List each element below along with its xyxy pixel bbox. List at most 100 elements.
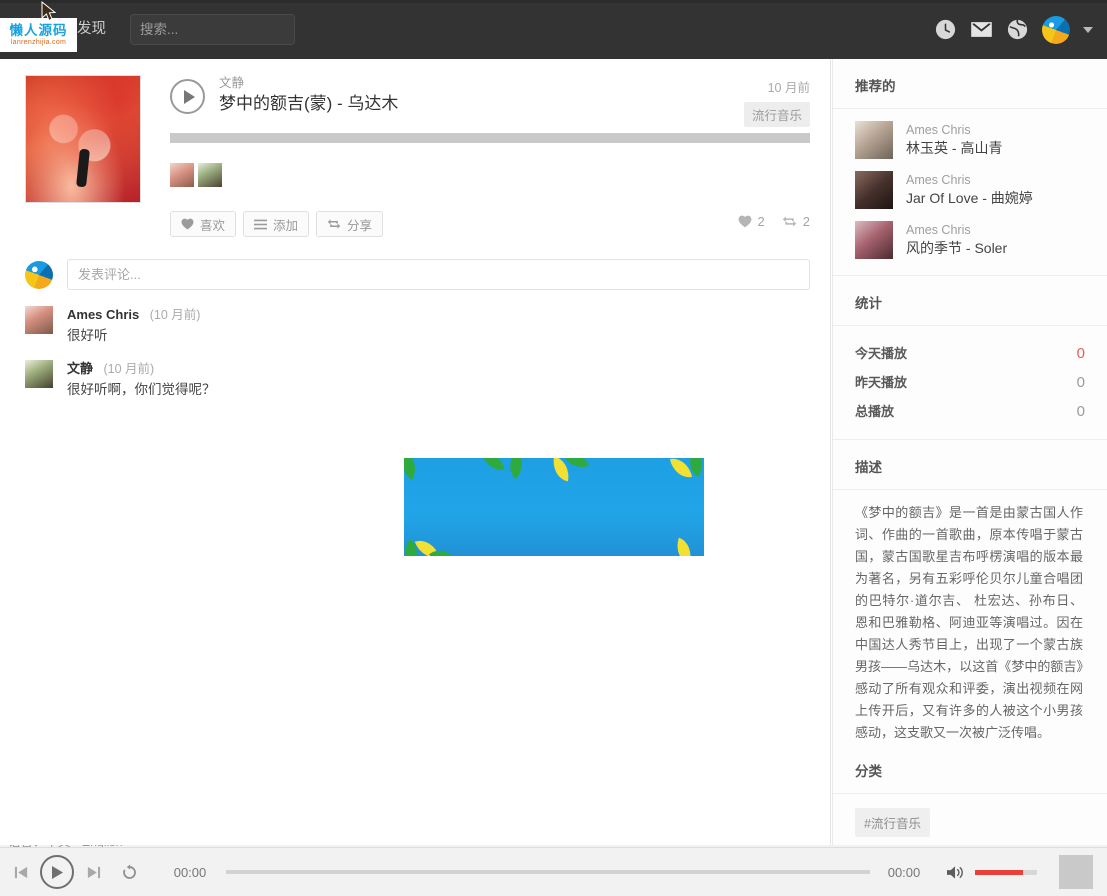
elapsed-time: 00:00 [173, 864, 207, 880]
liker-avatar[interactable] [170, 163, 194, 187]
watermark-main-text: 懒人源码 [9, 22, 68, 38]
comment-text: 很好听啊，你们觉得呢？ [67, 382, 216, 397]
main-content-column: 文静 梦中的额吉(蒙) - 乌达木 10 月前 流行音乐 喜欢 添加 分享 2 … [0, 59, 831, 845]
repeat-button[interactable] [114, 858, 144, 886]
recommended-list: Ames Chris 林玉英 - 高山青 Ames Chris Jar Of L… [833, 109, 1107, 276]
comment-header: Ames Chris (10 月前) [67, 306, 200, 324]
categories-heading: 分类 [833, 758, 1107, 794]
comment-author[interactable]: Ames Chris [67, 307, 139, 322]
tag-item[interactable]: #流行音乐 [855, 808, 930, 837]
leaf-decor [669, 458, 693, 481]
promo-banner-image[interactable] [404, 458, 704, 556]
site-watermark-logo: 懒人源码 lanrenzhijia.com [0, 18, 77, 52]
stat-label: 总播放 [855, 404, 895, 419]
track-genre-badge[interactable]: 流行音乐 [743, 102, 810, 127]
track-title-block: 文静 梦中的额吉(蒙) - 乌达木 [219, 75, 398, 116]
stat-label: 昨天播放 [855, 375, 908, 390]
liker-avatar[interactable] [198, 163, 222, 187]
globe-icon[interactable] [1006, 18, 1029, 41]
repost-count-value: 2 [802, 214, 810, 229]
recommended-text: Ames Chris 林玉英 - 高山青 [906, 122, 1002, 158]
volume-slider-fill [975, 869, 1024, 875]
heart-icon [738, 215, 751, 228]
previous-track-button[interactable] [8, 858, 34, 886]
next-track-button[interactable] [80, 858, 106, 886]
recommended-title: 风的季节 - Soler [906, 240, 1008, 256]
recommended-text: Ames Chris Jar Of Love - 曲婉婷 [906, 172, 1033, 208]
stats-heading: 统计 [833, 276, 1107, 326]
chevron-down-icon[interactable] [1083, 26, 1093, 33]
player-progress-bar[interactable] [226, 870, 870, 874]
track-title[interactable]: 梦中的额吉(蒙) - 乌达木 [219, 92, 398, 116]
clock-history-icon[interactable] [934, 18, 957, 41]
stat-label: 今天播放 [855, 346, 908, 361]
comment-header: 文静 (10 月前) [67, 360, 216, 378]
recommended-title: Jar Of Love - 曲婉婷 [906, 190, 1033, 206]
top-header: 信息 发现 [0, 0, 1107, 59]
track-uploader[interactable]: 文静 [219, 75, 398, 91]
like-button[interactable]: 喜欢 [170, 211, 237, 237]
stat-row-total: 总播放 0 [855, 396, 1085, 425]
play-icon [52, 865, 63, 879]
recommended-user: Ames Chris [906, 223, 971, 237]
comment-timestamp: (10 月前) [103, 362, 155, 376]
leaf-decor [502, 458, 530, 480]
description-heading: 描述 [833, 440, 1107, 490]
avatar[interactable] [25, 360, 53, 388]
comment-author[interactable]: 文静 [67, 361, 93, 376]
stat-value: 0 [1076, 374, 1085, 391]
like-button-label: 喜欢 [200, 218, 226, 233]
avatar [855, 121, 893, 159]
next-track-icon [87, 866, 100, 878]
comment-list: Ames Chris (10 月前) 很好听 文静 (10 月前) 很好听啊，你… [25, 306, 810, 400]
mail-icon[interactable] [970, 18, 993, 41]
avatar [855, 171, 893, 209]
repeat-icon [122, 864, 136, 879]
tag-list: #流行音乐 [833, 794, 1107, 849]
search-wrapper [130, 14, 295, 45]
comment-body: Ames Chris (10 月前) 很好听 [67, 306, 200, 346]
track-play-button[interactable] [170, 79, 205, 114]
volume-slider[interactable] [975, 869, 1037, 875]
recommended-user: Ames Chris [906, 123, 971, 137]
description-text: 《梦中的额吉》是一首是由蒙古国人作词、作曲的一首歌曲，原本传唱于蒙古国，蒙古国歌… [855, 505, 1083, 740]
user-avatar[interactable] [1042, 15, 1070, 44]
recommended-text: Ames Chris 风的季节 - Soler [906, 222, 1007, 258]
list-item[interactable]: Ames Chris Jar Of Love - 曲婉婷 [855, 171, 1107, 209]
list-item: Ames Chris (10 月前) 很好听 [25, 306, 810, 346]
avatar[interactable] [25, 306, 53, 334]
comment-body: 文静 (10 月前) 很好听啊，你们觉得呢？ [67, 360, 216, 400]
track-meta: 10 月前 流行音乐 [743, 77, 810, 127]
current-user-avatar[interactable] [25, 260, 53, 289]
repost-icon [327, 219, 341, 229]
repost-count: 2 [782, 214, 810, 229]
volume-button[interactable] [946, 864, 965, 881]
recommended-heading: 推荐的 [833, 59, 1107, 109]
stats-list: 今天播放 0 昨天播放 0 总播放 0 [833, 326, 1107, 440]
add-to-playlist-button[interactable]: 添加 [243, 211, 310, 237]
play-pause-button[interactable] [40, 855, 74, 889]
track-header-row: 文静 梦中的额吉(蒙) - 乌达木 10 月前 流行音乐 [170, 75, 810, 127]
comment-input[interactable] [67, 259, 810, 290]
track-card: 文静 梦中的额吉(蒙) - 乌达木 10 月前 流行音乐 喜欢 添加 分享 2 … [0, 59, 830, 237]
stat-row-yesterday: 昨天播放 0 [855, 367, 1085, 396]
waveform-progress-bar[interactable] [170, 133, 810, 143]
list-item: 文静 (10 月前) 很好听啊，你们觉得呢？ [25, 360, 810, 400]
leaf-decor [672, 537, 696, 556]
player-transport-controls [8, 855, 144, 889]
comment-timestamp: (10 月前) [149, 308, 201, 322]
repost-icon [782, 216, 796, 227]
player-artwork-thumbnail[interactable] [1059, 855, 1093, 889]
search-input[interactable] [130, 14, 295, 45]
leaf-decor [481, 458, 505, 474]
repost-button[interactable]: 分享 [316, 211, 384, 237]
header-actions [934, 0, 1093, 59]
watermark-sub-text: lanrenzhijia.com [10, 39, 67, 47]
list-item[interactable]: Ames Chris 林玉英 - 高山青 [855, 121, 1107, 159]
comment-composer [25, 259, 810, 290]
page-body: 文静 梦中的额吉(蒙) - 乌达木 10 月前 流行音乐 喜欢 添加 分享 2 … [0, 59, 1107, 896]
leaf-decor [404, 458, 422, 480]
previous-track-icon [14, 866, 27, 878]
volume-icon [947, 865, 963, 879]
list-item[interactable]: Ames Chris 风的季节 - Soler [855, 221, 1107, 259]
